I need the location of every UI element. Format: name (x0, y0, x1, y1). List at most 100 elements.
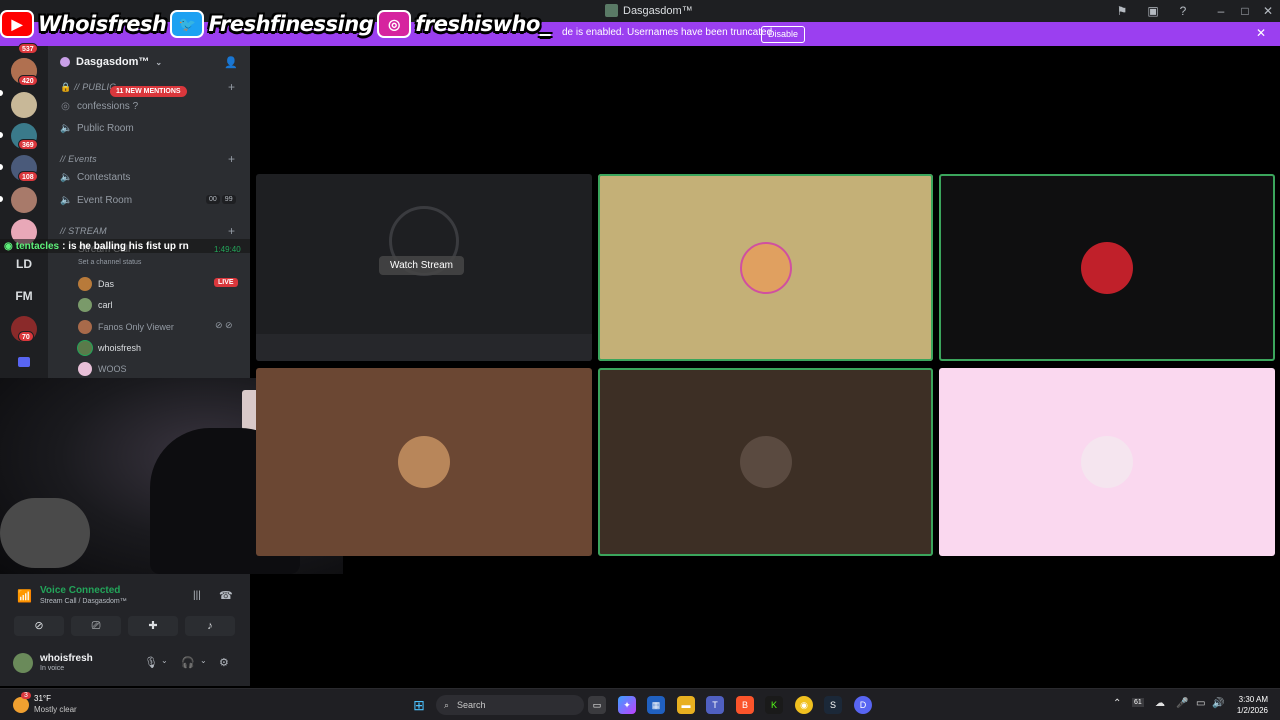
avatar (78, 362, 92, 376)
volume-icon[interactable]: 🔊 (1212, 698, 1224, 709)
add-channel-icon[interactable]: + (228, 224, 235, 238)
server-emblem-icon (60, 57, 70, 67)
add-channel-icon[interactable]: + (228, 152, 235, 166)
tray-overflow-icon[interactable]: ⌃ (1113, 698, 1121, 709)
youtube-icon: ▶ (0, 10, 34, 38)
chrome-icon[interactable]: ◉ (795, 696, 813, 714)
avatar (78, 341, 92, 355)
steam-icon[interactable]: S (824, 696, 842, 714)
channel-event-room[interactable]: 🔈 Event Room (60, 195, 132, 206)
window-title-text: Dasgasdom™ (623, 4, 693, 17)
folder-icon[interactable] (18, 357, 30, 367)
user-limit-counter: 00 99 (206, 195, 236, 204)
microphone-icon[interactable]: 🎙 (144, 656, 158, 669)
teams-icon[interactable]: T (706, 696, 724, 714)
server-ld[interactable]: LD (8, 257, 40, 271)
participant-tile[interactable] (939, 174, 1275, 361)
tray-badge[interactable]: 61 (1132, 698, 1144, 707)
speaker-icon: 🔈 (60, 123, 73, 134)
signal-icon[interactable]: 📶 (17, 589, 32, 603)
voice-user[interactable]: carl (78, 298, 113, 312)
chat-badge-icon: ◉ (4, 240, 13, 252)
category-events[interactable]: // Events (60, 154, 97, 164)
kick-icon[interactable]: K (765, 696, 783, 714)
voice-user[interactable]: WOOS (78, 362, 127, 376)
help-icon[interactable]: ? (1175, 3, 1191, 19)
voice-user[interactable]: Fanos Only Viewer (78, 320, 174, 334)
current-user-name[interactable]: whoisfresh (40, 653, 93, 664)
speaker-icon: 🔈 (60, 172, 73, 183)
social-overlay: ▶ Whoisfresh 🐦 Freshfinessing ◎ freshisw… (0, 6, 550, 42)
server-icon[interactable] (11, 187, 37, 213)
stream-preview-bar (256, 334, 592, 361)
disable-streamer-mode-button[interactable]: Disable (761, 26, 806, 43)
server-badge: 537 (18, 43, 38, 54)
inbox-icon[interactable]: ⚑ (1114, 3, 1130, 19)
screen-icon[interactable]: ▣ (1145, 3, 1161, 19)
server-icon[interactable] (11, 92, 37, 118)
channel-status[interactable]: Set a channel status (78, 259, 141, 266)
server-header[interactable]: Dasgasdom™ ⌄ (60, 56, 162, 68)
display-icon[interactable]: ▭ (1196, 698, 1205, 709)
chevron-down-icon[interactable]: ⌄ (200, 656, 207, 665)
brave-icon[interactable]: B (736, 696, 754, 714)
channel-contestants[interactable]: 🔈 Contestants (60, 172, 130, 183)
close-window-icon[interactable]: ✕ (1260, 3, 1276, 19)
watch-stream-button[interactable]: Watch Stream (379, 256, 464, 275)
screen-share-button[interactable]: ⎚ (71, 616, 121, 636)
task-view-icon[interactable]: ▭ (588, 696, 606, 714)
taskbar-search[interactable]: ⌕ Search (436, 695, 584, 715)
participant-avatar (739, 241, 792, 294)
channel-label: Event Room (77, 195, 133, 206)
social-instagram: ◎ freshiswho_ (377, 10, 550, 38)
store-icon[interactable]: ▦ (647, 696, 665, 714)
chevron-down-icon[interactable]: ⌄ (161, 656, 168, 665)
disconnect-icon[interactable]: ☎ (219, 589, 233, 602)
weather-temp: 31°F (34, 694, 51, 703)
participant-tile[interactable] (256, 368, 592, 556)
user-avatar[interactable] (13, 653, 33, 673)
cloud-icon[interactable]: ☁ (1155, 698, 1165, 709)
voice-user[interactable]: Das (78, 277, 114, 291)
maximize-icon[interactable]: □ (1237, 3, 1253, 19)
soundboard-button[interactable]: ♪ (185, 616, 235, 636)
participant-tile[interactable] (939, 368, 1275, 556)
participant-tile[interactable] (598, 368, 933, 556)
voice-user[interactable]: whoisfresh (78, 341, 141, 355)
speaker-icon: 🔈 (60, 195, 73, 206)
file-explorer-icon[interactable]: ▬ (677, 696, 695, 714)
channel-public-room[interactable]: 🔈 Public Room (60, 123, 134, 134)
channel-label: Contestants (77, 172, 131, 183)
search-icon: ⌕ (444, 699, 450, 710)
windows-start-icon[interactable]: ⊞ (410, 696, 428, 714)
server-fm[interactable]: FM (8, 289, 40, 303)
copilot-icon[interactable]: ✦ (618, 696, 636, 714)
avatar (78, 320, 92, 334)
unread-pip (0, 164, 3, 170)
participant-avatar (398, 436, 450, 488)
close-banner-icon[interactable]: ✕ (1256, 26, 1266, 40)
category-stream[interactable]: // STREAM (60, 226, 107, 236)
discord-icon[interactable]: D (854, 696, 872, 714)
participant-tile[interactable] (598, 174, 933, 361)
system-clock[interactable]: 3:30 AM 1/2/2026 (1226, 694, 1268, 716)
voice-connected-title[interactable]: Voice Connected (40, 585, 120, 596)
minimize-icon[interactable]: – (1213, 3, 1229, 19)
camera-button[interactable]: ⊘ (14, 616, 64, 636)
headphones-icon[interactable]: 🎧 (181, 656, 195, 669)
invite-people-icon[interactable]: 👤 (224, 56, 238, 69)
weather-icon[interactable] (13, 697, 29, 713)
mic-tray-icon[interactable]: 🎤 (1176, 698, 1188, 709)
settings-gear-icon[interactable]: ⚙ (219, 656, 229, 669)
instagram-icon: ◎ (377, 10, 412, 38)
voice-connected-subtitle[interactable]: Stream Call / Dasgasdom™ (40, 598, 127, 605)
banner-message: de is enabled. Usernames have been trunc… (562, 27, 775, 38)
channel-confessions[interactable]: ◎ confessions ? (60, 101, 138, 112)
social-twitter: 🐦 Freshfinessing (170, 10, 374, 38)
category-public[interactable]: 🔒 // PUBLIC (60, 82, 116, 93)
activities-button[interactable]: ✚ (128, 616, 178, 636)
new-mentions-pill[interactable]: 11 NEW MENTIONS (110, 86, 187, 97)
participant-avatar (739, 436, 792, 488)
noise-suppression-icon[interactable]: ||| (193, 590, 201, 601)
add-channel-icon[interactable]: + (228, 80, 235, 94)
